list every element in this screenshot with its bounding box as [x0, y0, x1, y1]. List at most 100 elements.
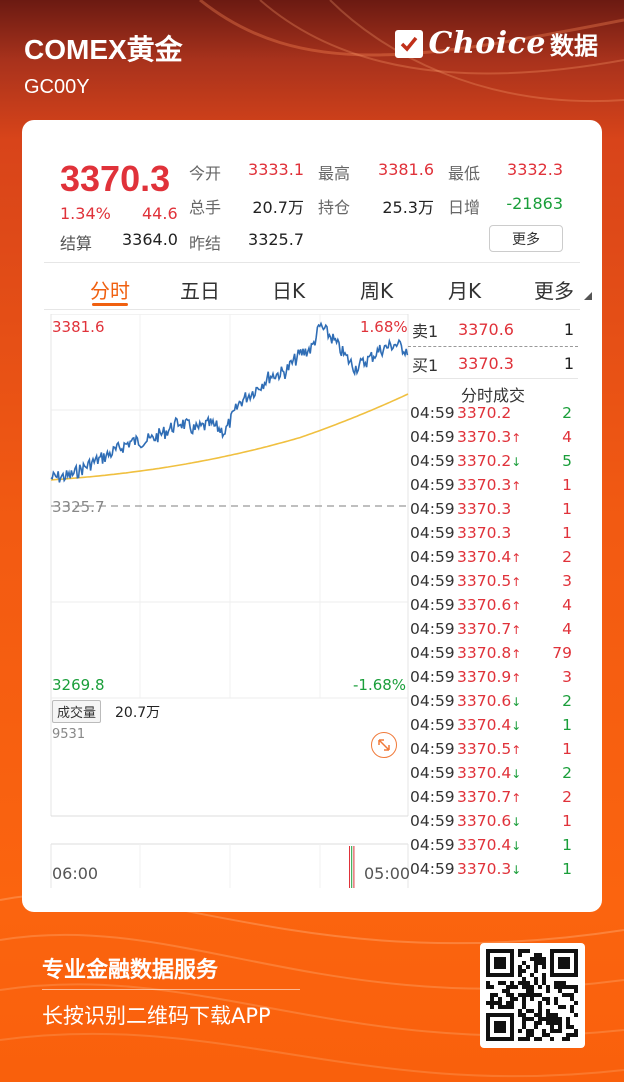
tab-more[interactable]: 更多	[534, 275, 574, 304]
tick-time: 04:59	[410, 836, 455, 854]
tick-row: 04:59 3370.3↓ 1	[410, 858, 576, 882]
tab-five-day[interactable]: 五日	[180, 275, 220, 304]
ask-label: 卖1	[412, 322, 439, 341]
tick-row: 04:59 3370.3↑ 4	[410, 426, 576, 450]
tick-row: 04:59 3370.6↓ 1	[410, 810, 576, 834]
expand-icon[interactable]	[371, 732, 397, 758]
open-interest-label: 持仓	[318, 198, 351, 217]
quote-card: 3370.3 1.34% 44.6 结算 3364.0 今开 3333.1 最高…	[22, 120, 602, 912]
arrow-down-icon: ↓	[511, 815, 522, 829]
arrow-up-icon: ↑	[511, 743, 522, 757]
prev-settle-label: 昨结	[189, 234, 222, 253]
chart-low-label: 3269.8	[52, 676, 105, 694]
instrument-code: GC00Y	[24, 76, 90, 98]
volume-axis-max: 9531	[52, 727, 86, 742]
tick-time: 04:59	[410, 620, 455, 638]
intraday-chart[interactable]	[50, 314, 410, 888]
tab-weekly-k[interactable]: 周K	[360, 275, 393, 304]
chart-prev-close-label: 3325.7	[52, 498, 105, 516]
volume-indicator-tag[interactable]: 成交量	[52, 700, 102, 723]
arrow-up-icon: ↑	[511, 479, 522, 493]
arrow-down-icon: ↓	[511, 695, 522, 709]
tick-volume: 1	[562, 740, 572, 758]
tick-time: 04:59	[410, 740, 455, 758]
tick-row: 04:59 3370.2 2	[410, 402, 576, 426]
footer-download-hint: 长按识别二维码下载APP	[42, 1004, 271, 1028]
tick-price: 3370.6↑	[457, 596, 522, 614]
brand-sub: 数据	[550, 32, 598, 60]
arrow-down-icon: ↓	[511, 719, 522, 733]
tick-price: 3370.8↑	[457, 644, 522, 662]
tick-price: 3370.4↓	[457, 716, 522, 734]
more-quote-button[interactable]: 更多	[489, 225, 563, 252]
arrow-down-icon: ↓	[511, 455, 522, 469]
tick-time: 04:59	[410, 692, 455, 710]
tick-volume: 1	[562, 524, 572, 542]
tick-time: 04:59	[410, 788, 455, 806]
bid-label: 买1	[412, 356, 439, 375]
tick-time: 04:59	[410, 524, 455, 542]
volume-label: 总手	[189, 198, 222, 217]
tick-time: 04:59	[410, 644, 455, 662]
tick-row: 04:59 3370.7↑ 2	[410, 786, 576, 810]
arrow-up-icon: ↑	[511, 575, 522, 589]
tick-volume: 2	[562, 692, 572, 710]
tick-volume: 1	[562, 500, 572, 518]
arrow-up-icon: ↑	[511, 551, 522, 565]
tick-time: 04:59	[410, 500, 455, 518]
tick-row: 04:59 3370.5↑ 1	[410, 738, 576, 762]
tab-intraday[interactable]: 分时	[90, 275, 130, 304]
tick-time: 04:59	[410, 764, 455, 782]
bid-price: 3370.3	[458, 354, 514, 373]
chart-grid	[50, 314, 409, 888]
tick-row: 04:59 3370.4↓ 1	[410, 714, 576, 738]
tick-time: 04:59	[410, 860, 455, 878]
prev-settle-value: 3325.7	[248, 230, 304, 249]
more-dropdown-icon	[584, 292, 592, 300]
brand-name: Choice	[428, 26, 546, 61]
tick-row: 04:59 3370.4↑ 2	[410, 546, 576, 570]
tick-row: 04:59 3370.3 1	[410, 498, 576, 522]
tick-row: 04:59 3370.2↓ 5	[410, 450, 576, 474]
arrow-up-icon: ↑	[511, 647, 522, 661]
bid-volume: 1	[563, 354, 574, 373]
open-label: 今开	[189, 164, 222, 183]
tick-volume: 79	[552, 644, 572, 662]
tick-time: 04:59	[410, 572, 455, 590]
bid-row: 买1 3370.3 1	[408, 348, 578, 378]
tick-price: 3370.3	[457, 500, 512, 518]
time-axis-end: 05:00	[364, 864, 411, 883]
tick-price: 3370.4↓	[457, 764, 522, 782]
arrow-down-icon: ↓	[511, 767, 522, 781]
tick-price: 3370.2	[457, 404, 512, 422]
arrow-up-icon: ↑	[511, 671, 522, 685]
ask-price: 3370.6	[458, 320, 514, 339]
arrow-up-icon: ↑	[511, 599, 522, 613]
tick-row: 04:59 3370.9↑ 3	[410, 666, 576, 690]
check-icon	[394, 29, 423, 58]
tick-time: 04:59	[410, 812, 455, 830]
tick-volume: 3	[562, 572, 572, 590]
tick-price: 3370.9↑	[457, 668, 522, 686]
high-label: 最高	[318, 164, 351, 183]
arrow-down-icon: ↓	[511, 839, 522, 853]
arrow-up-icon: ↑	[511, 431, 522, 445]
chart-low-pct: -1.68%	[353, 676, 407, 694]
tick-volume: 4	[562, 620, 572, 638]
tick-time: 04:59	[410, 716, 455, 734]
tab-daily-k[interactable]: 日K	[272, 275, 305, 304]
tick-time: 04:59	[410, 428, 455, 446]
tick-row: 04:59 3370.7↑ 4	[410, 618, 576, 642]
instrument-title: COMEX黄金	[24, 34, 183, 65]
tick-volume: 1	[562, 716, 572, 734]
qr-code[interactable]	[480, 943, 585, 1048]
arrow-up-icon: ↑	[511, 623, 522, 637]
tick-row: 04:59 3370.8↑ 79	[410, 642, 576, 666]
orderbook-bottom-divider	[408, 378, 578, 379]
tick-time: 04:59	[410, 668, 455, 686]
tab-monthly-k[interactable]: 月K	[448, 275, 481, 304]
tick-price: 3370.4↑	[457, 548, 522, 566]
tick-price: 3370.6↓	[457, 812, 522, 830]
tick-price: 3370.3↑	[457, 476, 522, 494]
orderbook-divider	[408, 346, 578, 347]
